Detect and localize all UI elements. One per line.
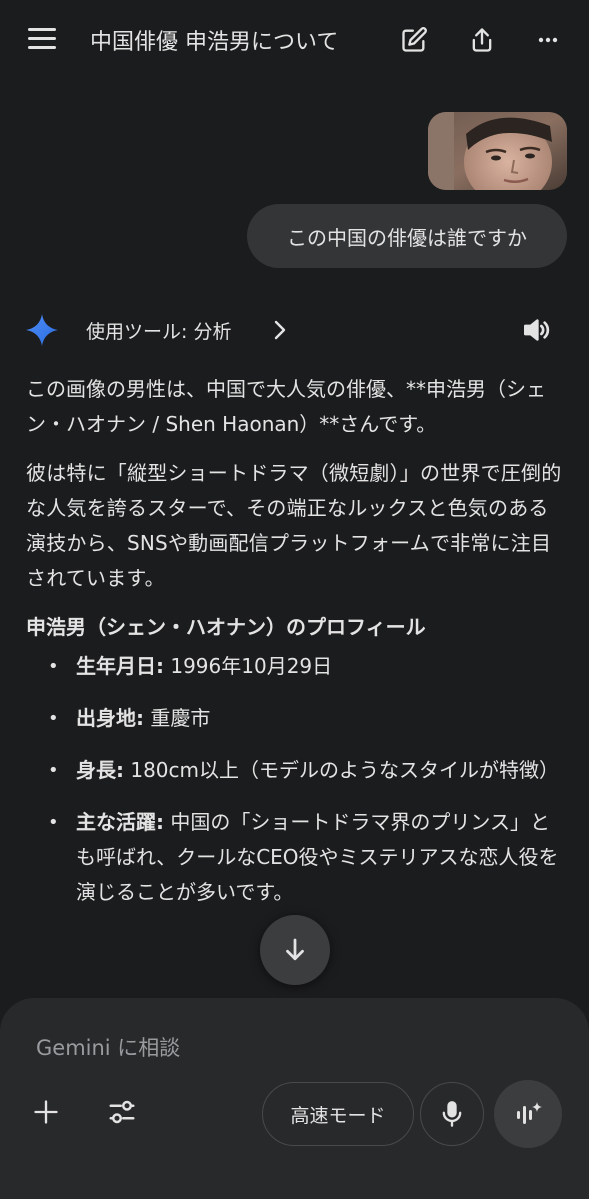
user-message-bubble: この中国の俳優は誰ですか xyxy=(247,204,567,268)
response-paragraph-detail: 彼は特に「縦型ショートドラマ（微短劇）」の世界で圧倒的な人気を誇るスターで、その… xyxy=(26,461,562,590)
page-title: 中国俳優 申浩男について xyxy=(90,30,339,55)
profile-label: 主な活躍: xyxy=(76,810,164,834)
user-uploaded-photo[interactable] xyxy=(428,112,567,190)
more-icon[interactable] xyxy=(532,24,564,56)
arrow-down-icon xyxy=(286,938,304,961)
profile-label: 身長: xyxy=(76,758,124,782)
profile-item-birthplace: 出身地: 重慶市 xyxy=(26,701,566,736)
tools-button[interactable] xyxy=(102,1092,142,1132)
edit-icon[interactable] xyxy=(398,24,430,56)
speaker-icon[interactable] xyxy=(520,314,552,346)
scroll-to-bottom-button[interactable] xyxy=(260,915,330,985)
gemini-spark-icon xyxy=(26,314,58,346)
model-mode-selector[interactable]: 高速モード xyxy=(262,1082,414,1146)
profile-value: 1996年10月29日 xyxy=(164,654,333,678)
profile-label: 生年月日: xyxy=(76,654,164,678)
composer-panel: Gemini に相談 高速モード xyxy=(0,998,589,1199)
mic-icon xyxy=(442,1101,462,1127)
prompt-input[interactable]: Gemini に相談 xyxy=(36,1032,180,1062)
voice-input-button[interactable] xyxy=(420,1082,484,1146)
plus-icon xyxy=(34,1100,58,1124)
chevron-right-icon xyxy=(274,320,286,340)
response-paragraph-intro: この画像の男性は、中国で大人気の俳優、**申浩男（シェン・ハオナン / Shen… xyxy=(26,377,546,436)
profile-section-title: 申浩男（シェン・ハオナン）のプロフィール xyxy=(26,615,426,639)
profile-item-birthday: 生年月日: 1996年10月29日 xyxy=(26,649,566,684)
tools-icon xyxy=(109,1100,135,1124)
add-attachment-button[interactable] xyxy=(26,1092,66,1132)
profile-list: 生年月日: 1996年10月29日 出身地: 重慶市 身長: 180cm以上（モ… xyxy=(26,649,566,910)
profile-value: 重慶市 xyxy=(144,706,211,730)
profile-item-activity: 主な活躍: 中国の「ショートドラマ界のプリンス」とも呼ばれ、クールなCEO役やミ… xyxy=(26,805,566,910)
live-icon xyxy=(517,1102,542,1124)
profile-item-height: 身長: 180cm以上（モデルのようなスタイルが特徴） xyxy=(26,753,566,788)
top-app-bar: 中国俳優 申浩男について xyxy=(0,0,589,80)
share-icon[interactable] xyxy=(466,24,498,56)
profile-value: 180cm以上（モデルのようなスタイルが特徴） xyxy=(124,758,560,782)
tool-status-label: 使用ツール: 分析 xyxy=(86,321,232,343)
live-mode-button[interactable] xyxy=(494,1080,562,1148)
tool-status-row[interactable]: 使用ツール: 分析 xyxy=(24,310,565,350)
model-response: この画像の男性は、中国で大人気の俳優、**申浩男（シェン・ハオナン / Shen… xyxy=(26,372,566,927)
profile-label: 出身地: xyxy=(76,706,144,730)
menu-icon[interactable] xyxy=(28,28,56,50)
